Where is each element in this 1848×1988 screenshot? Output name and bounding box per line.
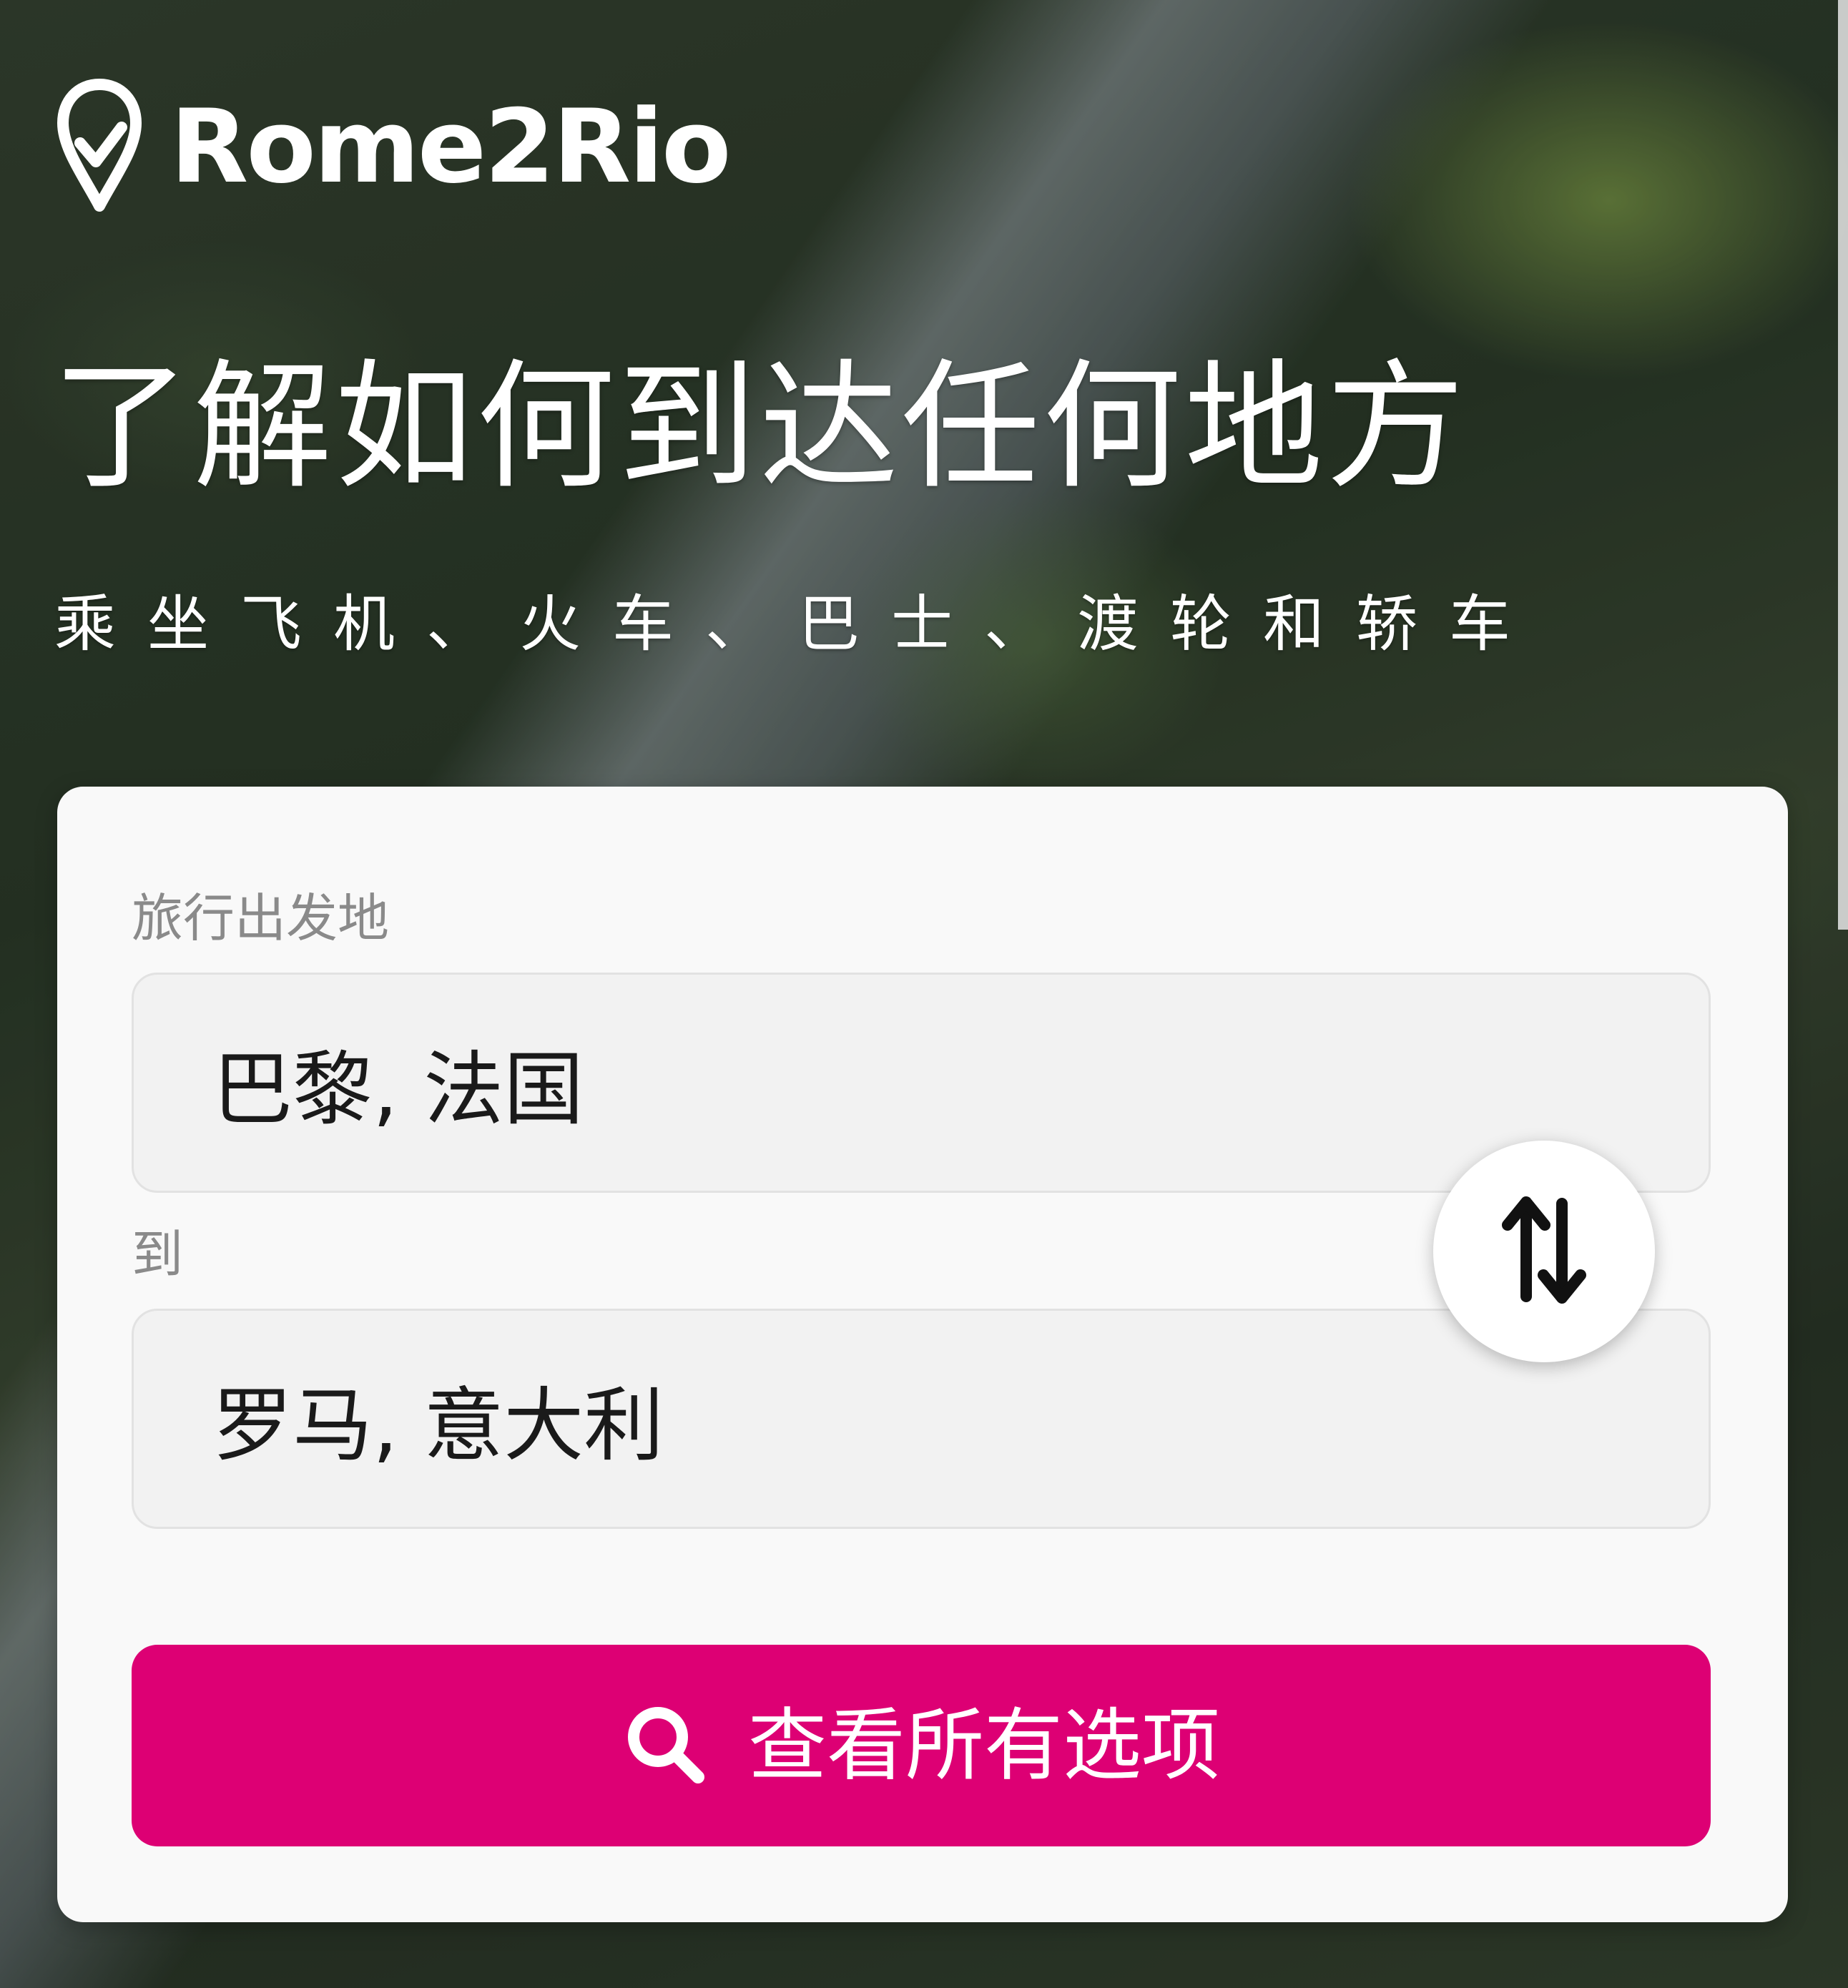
origin-field[interactable]: 巴黎, 法国 <box>132 973 1711 1193</box>
brand-name: Rome2Rio <box>170 88 732 206</box>
destination-value: 罗马, 意大利 <box>212 1379 664 1472</box>
destination-field[interactable]: 罗马, 意大利 <box>132 1309 1711 1529</box>
hero-headline: 了解如何到达任何地方 <box>51 346 1468 508</box>
destination-label: 到 <box>132 1224 184 1284</box>
swap-vertical-arrows-icon <box>1498 1189 1591 1314</box>
search-icon <box>622 1701 708 1790</box>
swap-locations-button[interactable] <box>1433 1141 1655 1362</box>
view-all-options-label: 查看所有选项 <box>748 1700 1220 1791</box>
origin-label: 旅行出发地 <box>132 888 390 948</box>
origin-value: 巴黎, 法国 <box>212 1043 584 1136</box>
view-all-options-button[interactable]: 查看所有选项 <box>132 1645 1711 1846</box>
page-scrollbar[interactable] <box>1838 0 1848 930</box>
brand-logo[interactable]: Rome2Rio <box>56 77 732 217</box>
hero-subline: 乘坐飞机、火车、巴士、渡轮和轿车 <box>54 589 1542 660</box>
search-card: 旅行出发地 巴黎, 法国 到 罗马, 意大利 查看所有选项 <box>57 787 1788 1922</box>
map-pin-check-icon <box>56 77 143 217</box>
